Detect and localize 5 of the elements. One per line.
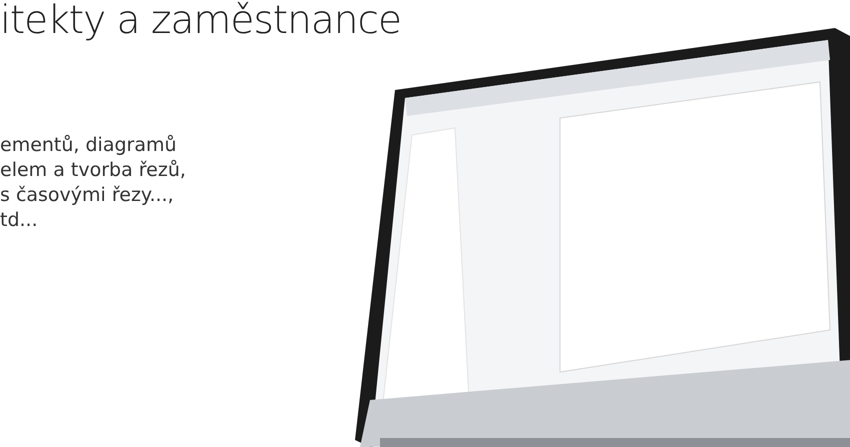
paragraph-line: s časovými řezy..., <box>0 183 175 208</box>
section-heading: itekty a zaměstnance <box>0 0 402 45</box>
paragraph-line: elem a tvorba řezů, <box>0 158 186 183</box>
paragraph-line: td... <box>0 208 39 233</box>
paragraph-line: ementů, diagramů <box>0 133 178 158</box>
